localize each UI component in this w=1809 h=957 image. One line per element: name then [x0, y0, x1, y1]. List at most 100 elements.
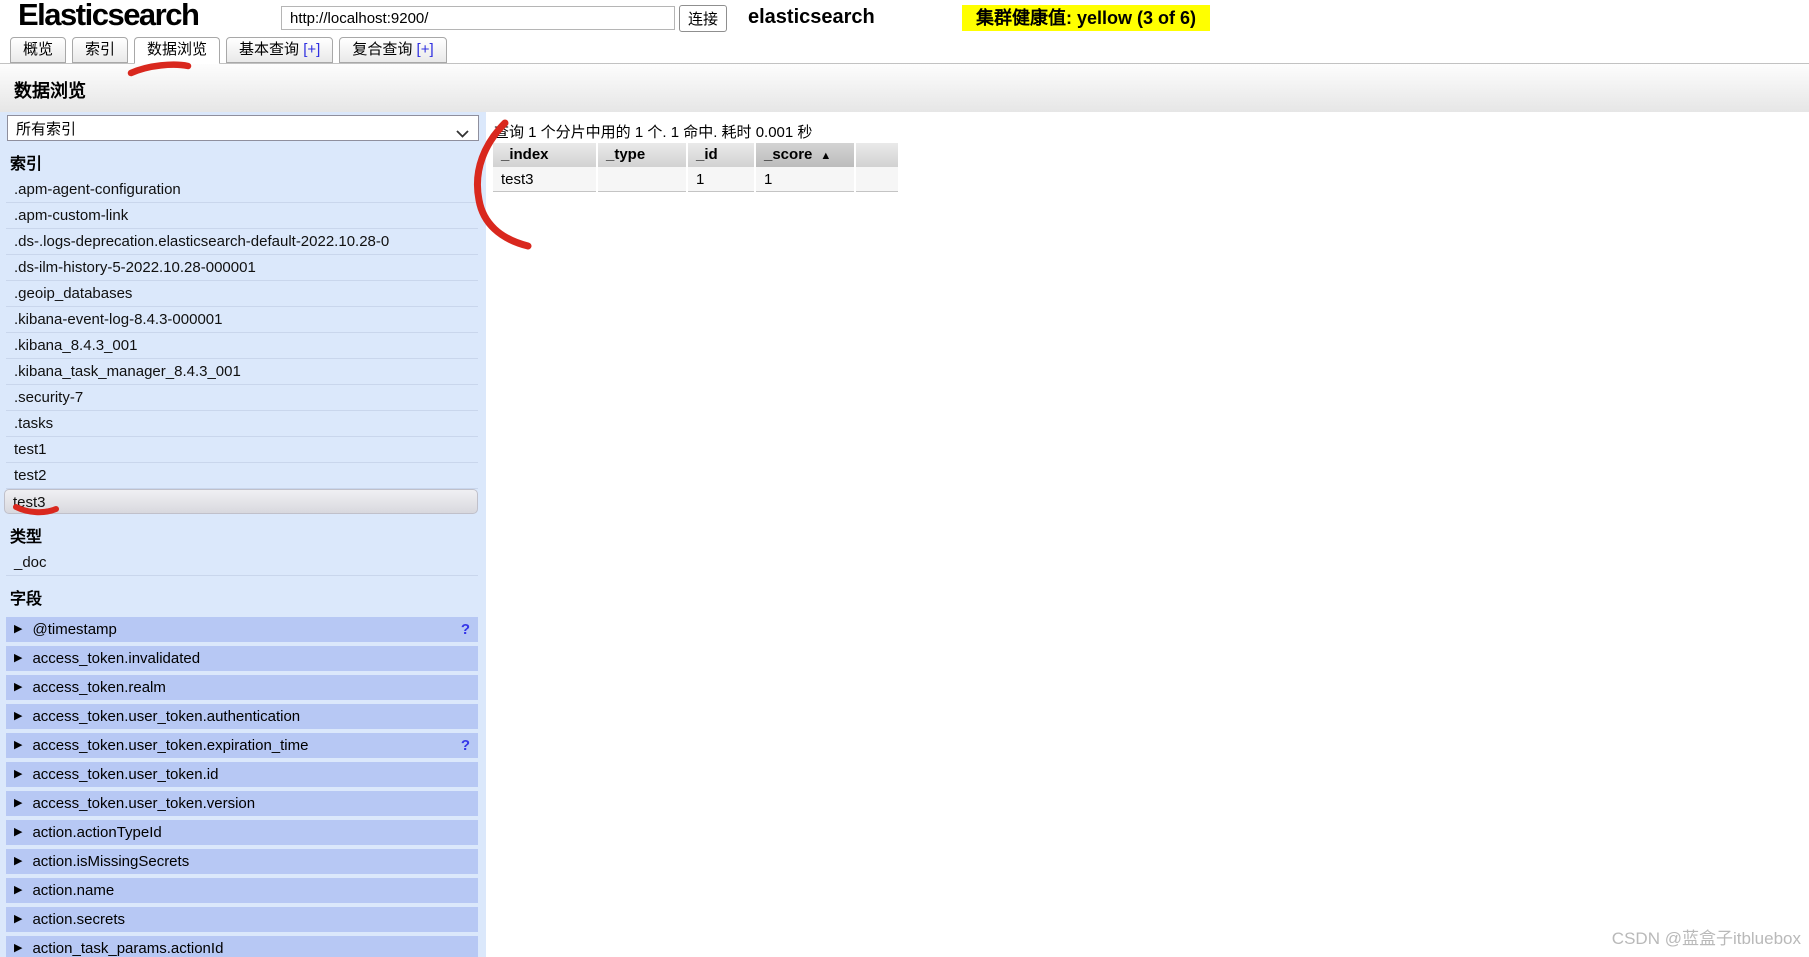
- watermark: CSDN @蓝盒子itbluebox: [1611, 929, 1801, 948]
- node-url-input[interactable]: [281, 6, 675, 30]
- expand-arrow-icon: ▶: [14, 826, 23, 838]
- field-row[interactable]: ▶ @timestamp ?: [6, 617, 478, 642]
- index-item[interactable]: .ds-ilm-history-5-2022.10.28-000001: [6, 255, 478, 281]
- field-label: access_token.invalidated: [32, 650, 201, 667]
- expand-arrow-icon: ▶: [14, 768, 23, 780]
- tab-overview[interactable]: 概览: [10, 37, 67, 63]
- index-item[interactable]: .apm-custom-link: [6, 203, 478, 229]
- page-heading-bar: 数据浏览: [0, 64, 1809, 112]
- index-item[interactable]: .kibana_8.4.3_001: [6, 333, 478, 359]
- expand-arrow-icon: ▶: [14, 855, 23, 867]
- index-item-selected[interactable]: test3: [4, 489, 478, 514]
- field-row[interactable]: ▶ access_token.invalidated: [6, 646, 478, 671]
- cell-id: 1: [688, 167, 754, 192]
- field-label: access_token.user_token.authentication: [32, 708, 301, 725]
- cell-score: 1: [756, 167, 854, 192]
- fields-section-title: 字段: [10, 591, 43, 608]
- app-title: Elasticsearch: [18, 0, 200, 32]
- expand-arrow-icon: ▶: [14, 710, 23, 722]
- index-list: .apm-agent-configuration .apm-custom-lin…: [0, 177, 486, 514]
- expand-arrow-icon: ▶: [14, 942, 23, 954]
- field-row[interactable]: ▶ action.name: [6, 878, 478, 903]
- tab-label: 索引: [85, 41, 116, 58]
- cell-index: test3: [493, 167, 596, 192]
- type-list: _doc: [0, 550, 486, 576]
- index-item[interactable]: .tasks: [6, 411, 478, 437]
- tab-indices[interactable]: 索引: [72, 37, 129, 63]
- tab-label: 基本查询: [239, 41, 300, 58]
- column-header-label: _score: [764, 146, 813, 163]
- tab-label: 概览: [23, 41, 54, 58]
- browser-sidebar: 所有索引 索引 .apm-agent-configuration .apm-cu…: [0, 112, 486, 957]
- index-item[interactable]: .ds-.logs-deprecation.elasticsearch-defa…: [6, 229, 478, 255]
- cluster-name: elasticsearch: [748, 6, 875, 28]
- field-label: access_token.realm: [32, 679, 166, 696]
- index-item[interactable]: .kibana_task_manager_8.4.3_001: [6, 359, 478, 385]
- expand-arrow-icon: ▶: [14, 739, 23, 751]
- field-label: access_token.user_token.version: [32, 795, 256, 812]
- connect-button[interactable]: 连接: [679, 5, 727, 32]
- field-label: action.secrets: [32, 911, 126, 928]
- column-header-type[interactable]: _type: [598, 143, 686, 167]
- tab-compound-query[interactable]: 复合查询 [+]: [339, 37, 447, 63]
- index-filter-value: 所有索引: [16, 120, 77, 138]
- indices-section-title: 索引: [10, 156, 43, 173]
- field-row[interactable]: ▶ action.actionTypeId: [6, 820, 478, 845]
- tab-basic-query[interactable]: 基本查询 [+]: [226, 37, 334, 63]
- field-help-icon: ?: [460, 621, 470, 638]
- expand-arrow-icon: ▶: [14, 652, 23, 664]
- results-table-header: _index _type _id _score ▲: [493, 143, 898, 167]
- query-summary: 查询 1 个分片中用的 1 个. 1 命中. 耗时 0.001 秒: [494, 124, 813, 141]
- results-table: _index _type _id _score ▲ test3 1 1: [493, 143, 898, 192]
- field-label: action_task_params.actionId: [32, 940, 224, 957]
- types-section-title: 类型: [10, 529, 43, 546]
- chevron-down-icon: [456, 125, 469, 142]
- expand-arrow-icon: ▶: [14, 884, 23, 896]
- column-header-extra: [856, 143, 898, 167]
- expand-arrow-icon: ▶: [14, 913, 23, 925]
- column-header-index[interactable]: _index: [493, 143, 596, 167]
- field-row[interactable]: ▶ action.isMissingSecrets: [6, 849, 478, 874]
- field-label: action.isMissingSecrets: [32, 853, 190, 870]
- cell-type: [598, 167, 686, 192]
- field-label: action.name: [32, 882, 115, 899]
- tab-bar: 概览 索引 数据浏览 基本查询 [+] 复合查询 [+]: [0, 37, 1809, 64]
- tab-label: 复合查询: [352, 41, 413, 58]
- field-row[interactable]: ▶ access_token.user_token.expiration_tim…: [6, 733, 478, 758]
- page-title: 数据浏览: [14, 81, 86, 101]
- field-label: @timestamp: [32, 621, 117, 638]
- field-row[interactable]: ▶ action.secrets: [6, 907, 478, 932]
- column-header-id[interactable]: _id: [688, 143, 754, 167]
- index-item[interactable]: .security-7: [6, 385, 478, 411]
- expand-arrow-icon: ▶: [14, 797, 23, 809]
- expand-arrow-icon: ▶: [14, 681, 23, 693]
- field-label: action.actionTypeId: [32, 824, 162, 841]
- field-list: ▶ @timestamp ? ▶ access_token.invalidate…: [0, 617, 486, 957]
- index-filter-select[interactable]: 所有索引: [7, 115, 479, 141]
- cluster-health-badge: 集群健康值: yellow (3 of 6): [962, 5, 1211, 31]
- tab-plus: [+]: [416, 41, 434, 58]
- index-item[interactable]: test2: [6, 463, 478, 489]
- column-header-score[interactable]: _score ▲: [756, 143, 854, 167]
- field-row[interactable]: ▶ access_token.user_token.id: [6, 762, 478, 787]
- index-item[interactable]: .apm-agent-configuration: [6, 177, 478, 203]
- sort-asc-icon: ▲: [820, 150, 832, 162]
- field-row[interactable]: ▶ action_task_params.actionId: [6, 936, 478, 957]
- index-item[interactable]: .geoip_databases: [6, 281, 478, 307]
- tab-label: 数据浏览: [147, 41, 208, 58]
- field-row[interactable]: ▶ access_token.user_token.version: [6, 791, 478, 816]
- tab-plus: [+]: [303, 41, 321, 58]
- field-label: access_token.user_token.expiration_time: [32, 737, 309, 754]
- field-row[interactable]: ▶ access_token.realm: [6, 675, 478, 700]
- results-area: 查询 1 个分片中用的 1 个. 1 命中. 耗时 0.001 秒 _index…: [486, 112, 1809, 957]
- field-row[interactable]: ▶ access_token.user_token.authentication: [6, 704, 478, 729]
- app-header: Elasticsearch 连接 elasticsearch 集群健康值: ye…: [0, 0, 1809, 38]
- index-item[interactable]: .kibana-event-log-8.4.3-000001: [6, 307, 478, 333]
- field-label: access_token.user_token.id: [32, 766, 219, 783]
- type-item[interactable]: _doc: [6, 550, 478, 576]
- index-item[interactable]: test1: [6, 437, 478, 463]
- field-help-icon: ?: [460, 737, 470, 754]
- table-row[interactable]: test3 1 1: [493, 167, 898, 192]
- tab-browser[interactable]: 数据浏览: [134, 37, 221, 64]
- expand-arrow-icon: ▶: [14, 623, 23, 635]
